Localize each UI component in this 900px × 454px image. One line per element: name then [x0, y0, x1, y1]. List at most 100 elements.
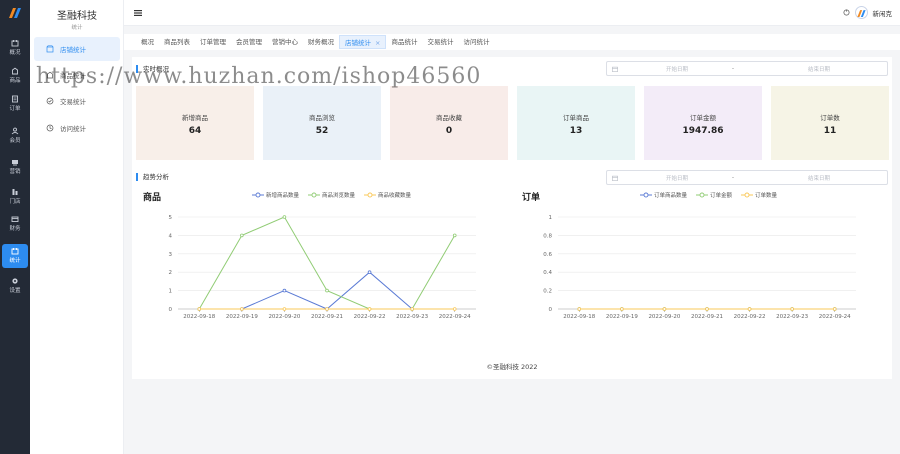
- data-point[interactable]: [240, 233, 244, 238]
- end-date-input[interactable]: 结束日期: [808, 174, 830, 182]
- x-tick-label: 2022-09-23: [396, 314, 428, 320]
- data-point[interactable]: [620, 307, 624, 311]
- legend-item[interactable]: 订单商品数量: [640, 191, 687, 199]
- legend-label: 商品收藏数量: [378, 193, 412, 199]
- tab-label: 财务概况: [308, 38, 334, 46]
- overview-icon: [2, 39, 28, 47]
- legend-item[interactable]: 订单金额: [696, 191, 732, 199]
- rail-item-stats[interactable]: 统计: [2, 244, 28, 268]
- date-separator: -: [732, 174, 734, 181]
- data-point[interactable]: [452, 307, 457, 311]
- rail-item-member[interactable]: 会员: [2, 124, 28, 148]
- data-point[interactable]: [452, 233, 457, 238]
- stat-card-label: 订单数: [820, 114, 840, 122]
- x-tick-label: 2022-09-22: [734, 314, 766, 320]
- x-tick-label: 2022-09-20: [648, 314, 680, 320]
- legend-line-icon: [696, 192, 709, 198]
- menu-toggle-icon[interactable]: [134, 9, 142, 17]
- data-point[interactable]: [240, 307, 244, 311]
- data-point[interactable]: [577, 307, 582, 311]
- rail-item-settings[interactable]: 设置: [2, 274, 28, 298]
- legend-item[interactable]: 商品浏览数量: [308, 191, 355, 199]
- settings-icon: [2, 277, 28, 285]
- rail-item-label: 订单: [9, 106, 21, 112]
- data-point[interactable]: [747, 307, 752, 311]
- legend-item[interactable]: 新增商品数量: [252, 191, 299, 199]
- sidebar-item-shop-stats[interactable]: 店铺统计: [34, 37, 120, 61]
- legend-item[interactable]: 订单数量: [741, 191, 777, 199]
- tab-close-icon[interactable]: ×: [375, 39, 380, 47]
- calendar-icon: [612, 66, 618, 72]
- tab-6[interactable]: 店铺统计 ×: [339, 35, 387, 49]
- trend-date-range[interactable]: 开始日期 - 结束日期: [606, 170, 888, 185]
- user-menu[interactable]: 新闲克: [843, 6, 893, 19]
- sidebar-item-visit-stats[interactable]: 访问统计: [34, 116, 120, 140]
- end-date-input[interactable]: 结束日期: [808, 65, 830, 73]
- y-tick-label: 5: [169, 215, 173, 221]
- rail-item-label: 会员: [9, 138, 21, 144]
- data-point[interactable]: [282, 307, 287, 311]
- data-point[interactable]: [282, 288, 287, 293]
- rail-item-goods[interactable]: 商品: [2, 64, 28, 88]
- data-point[interactable]: [325, 307, 329, 311]
- avatar[interactable]: [854, 6, 868, 19]
- tab-9[interactable]: 访问统计: [458, 35, 494, 49]
- tab-5[interactable]: 财务概况: [303, 35, 339, 49]
- tab-label: 商品列表: [164, 38, 190, 46]
- tab-label: 商品统计: [391, 38, 418, 46]
- data-point[interactable]: [790, 307, 794, 311]
- rail-item-marketing[interactable]: 营销: [2, 155, 28, 179]
- data-point[interactable]: [662, 307, 667, 311]
- sidebar-item-label: 访问统计: [60, 125, 86, 133]
- goods-trend-chart: 0 1 2 3 4 5 2022-09-18 2022-09-19 2022-09-20 2022…: [169, 215, 476, 320]
- start-date-input[interactable]: 开始日期: [666, 65, 726, 73]
- y-tick-label: 4: [169, 233, 173, 239]
- watermark: https://www.huzhan.com/ishop46560: [36, 64, 482, 89]
- sidebar-item-trade-stats[interactable]: 交易统计: [34, 89, 120, 113]
- start-date-input[interactable]: 开始日期: [666, 174, 726, 182]
- legend-line-icon: [252, 192, 264, 198]
- tab-4[interactable]: 营销中心: [267, 35, 303, 49]
- user-name[interactable]: 新闲克: [873, 8, 893, 18]
- x-tick-label: 2022-09-22: [354, 314, 386, 320]
- calendar-icon: [612, 175, 618, 181]
- rail-item-store[interactable]: 门店: [2, 185, 28, 209]
- stat-card: 商品收藏 0: [390, 86, 508, 160]
- rail-item-finance[interactable]: 财务: [2, 212, 28, 236]
- sidebar-item-label: 交易统计: [60, 98, 86, 106]
- rail-item-label: 商品: [9, 78, 21, 84]
- tab-7[interactable]: 商品统计: [386, 35, 422, 49]
- data-point[interactable]: [410, 307, 414, 311]
- x-tick-label: 2022-09-21: [311, 314, 343, 320]
- data-point[interactable]: [197, 307, 202, 311]
- tab-2[interactable]: 订单管理: [195, 35, 231, 49]
- tab-0[interactable]: 概况: [136, 35, 159, 49]
- y-tick-label: 0: [549, 307, 553, 313]
- refresh-icon[interactable]: [843, 9, 850, 16]
- data-point[interactable]: [282, 215, 287, 219]
- tab-1[interactable]: 商品列表: [159, 35, 195, 49]
- data-point[interactable]: [705, 307, 709, 311]
- store-icon: [2, 188, 28, 196]
- x-tick-label: 2022-09-24: [819, 314, 851, 320]
- member-icon: [2, 127, 28, 135]
- tab-8[interactable]: 交易统计: [422, 35, 458, 49]
- tab-label: 概况: [141, 38, 154, 46]
- realtime-date-range[interactable]: 开始日期 - 结束日期: [606, 61, 888, 76]
- legend-item[interactable]: 商品收藏数量: [364, 191, 411, 199]
- data-point[interactable]: [832, 307, 837, 311]
- x-tick-label: 2022-09-20: [268, 314, 300, 320]
- tab-3[interactable]: 会员管理: [231, 35, 267, 49]
- top-header: 新闲克: [124, 0, 900, 26]
- rail-item-label: 营销: [9, 169, 21, 175]
- data-point[interactable]: [367, 270, 372, 274]
- y-tick-label: 0.2: [543, 289, 552, 295]
- x-tick-label: 2022-09-18: [563, 314, 595, 320]
- tab-label: 店铺统计: [345, 39, 371, 47]
- rail-item-order[interactable]: 订单: [2, 92, 28, 116]
- data-point[interactable]: [367, 307, 372, 311]
- rail-item-overview[interactable]: 概况: [2, 36, 28, 60]
- legend-line-icon: [308, 192, 321, 198]
- goods-chart-legend: 新增商品数量 商品浏览数量 商品收藏数量: [252, 191, 411, 199]
- data-point[interactable]: [325, 288, 329, 293]
